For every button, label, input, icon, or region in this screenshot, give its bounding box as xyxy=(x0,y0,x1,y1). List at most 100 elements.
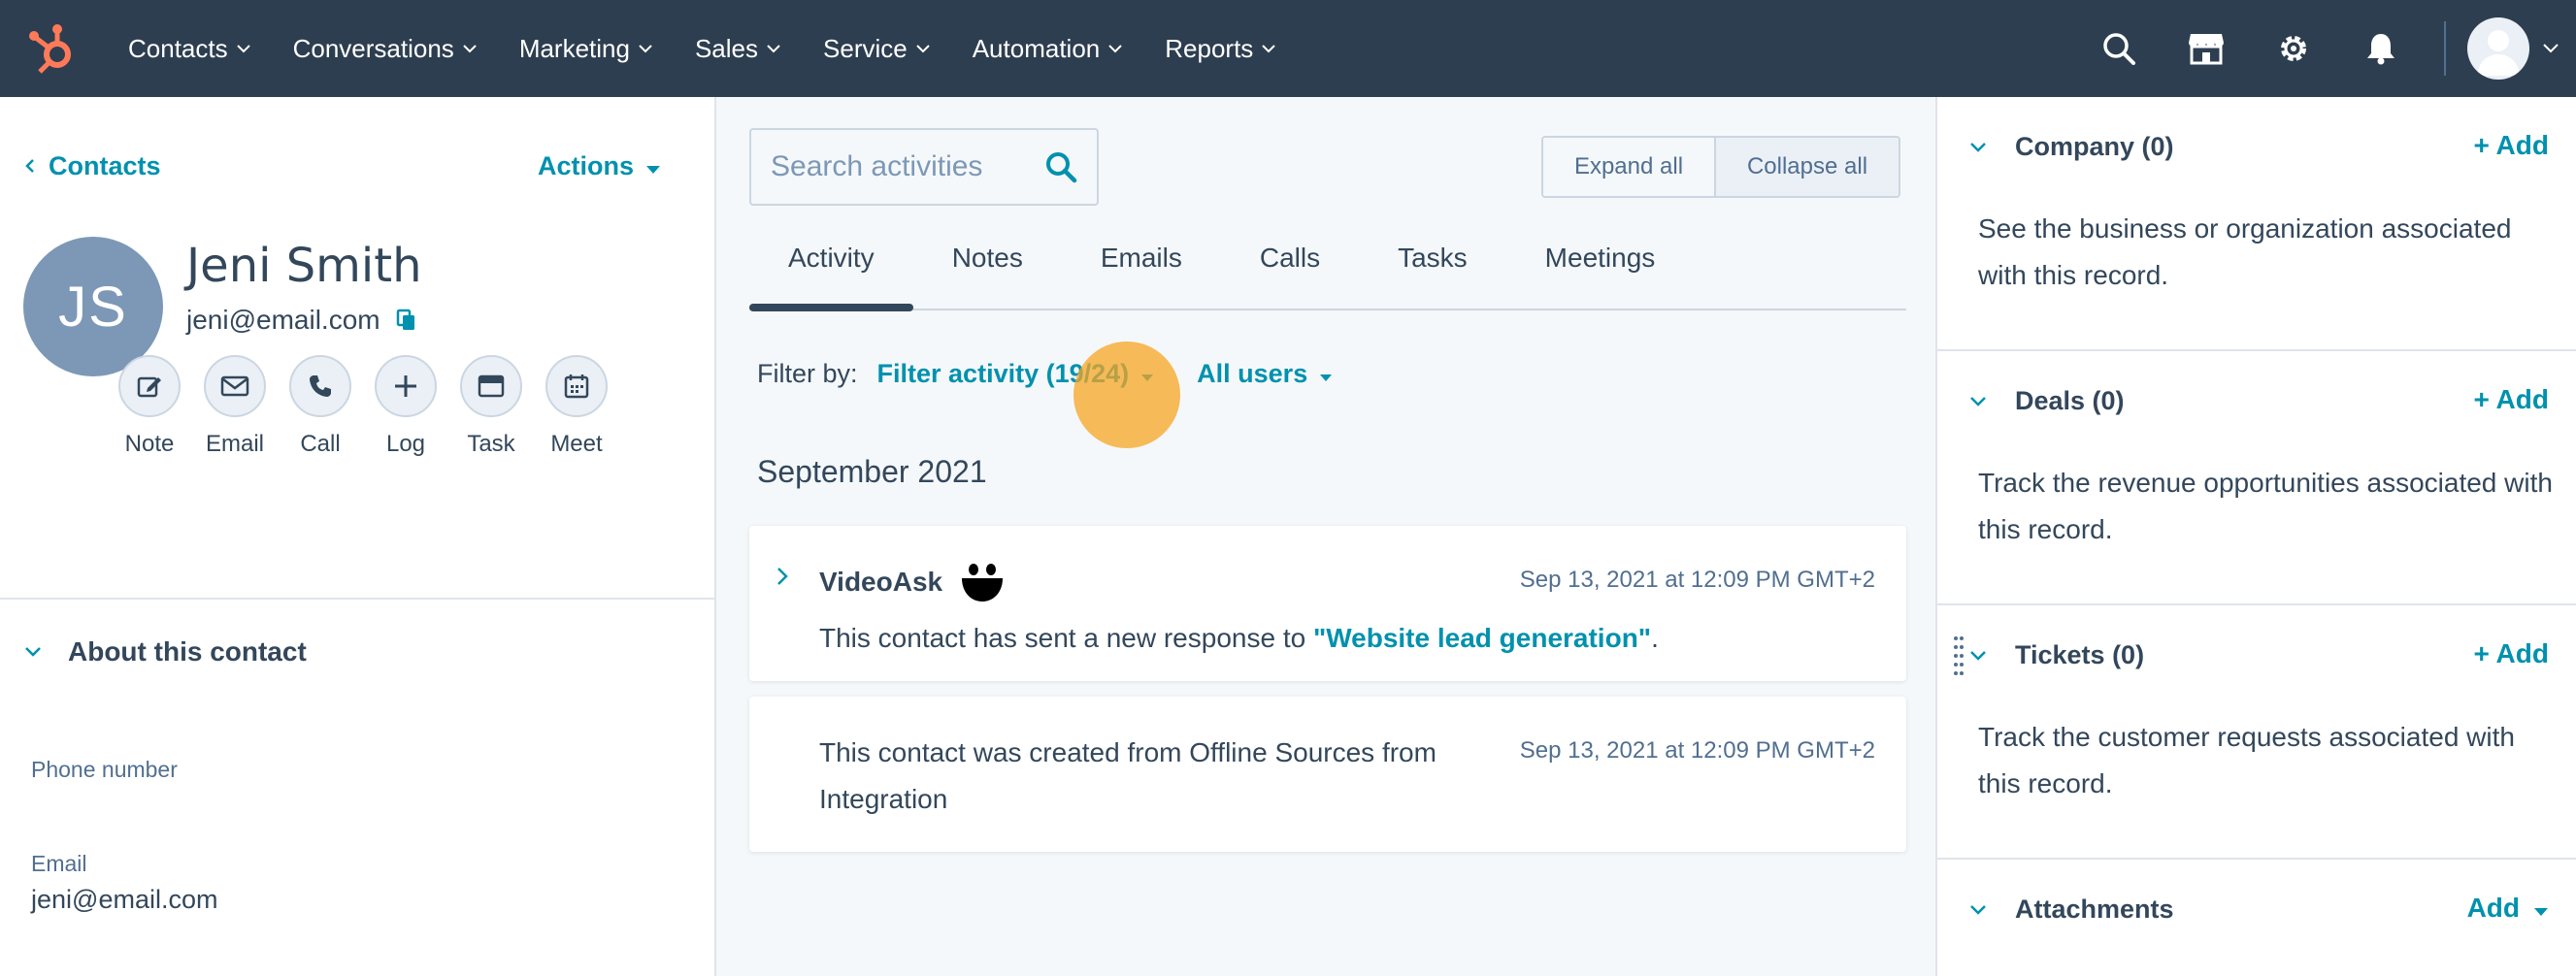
add-deal-button[interactable]: + Add xyxy=(2473,384,2549,415)
search-icon[interactable] xyxy=(2075,0,2163,97)
search-activities-input[interactable] xyxy=(771,150,1033,183)
about-contact-title: About this contact xyxy=(68,636,307,667)
notifications-bell-icon[interactable] xyxy=(2337,0,2425,97)
actions-label: Actions xyxy=(538,151,635,180)
activity-card-created: This contact was created from Offline So… xyxy=(749,697,1906,852)
tickets-section-toggle[interactable]: Tickets (0) xyxy=(1970,640,2144,670)
email-icon xyxy=(204,355,266,417)
nav-contacts[interactable]: Contacts xyxy=(107,0,272,97)
back-link-label: Contacts xyxy=(49,151,161,180)
chevron-down-icon xyxy=(1262,44,1276,53)
all-users-dropdown[interactable]: All users xyxy=(1197,359,1333,389)
contact-email-row: jeni@email.com xyxy=(186,305,417,336)
tab-tasks[interactable]: Tasks xyxy=(1359,235,1506,309)
deals-section-toggle[interactable]: Deals (0) xyxy=(1970,386,2125,416)
quick-action-label: Task xyxy=(467,431,515,457)
activity-timeline: Expand all Collapse all Activity Notes E… xyxy=(718,97,1935,976)
nav-service[interactable]: Service xyxy=(802,0,951,97)
filter-activity-label: Filter activity (19/24) xyxy=(876,359,1130,388)
chevron-down-icon xyxy=(463,44,477,53)
nav-label: Contacts xyxy=(128,33,228,63)
activity-body-suffix: . xyxy=(1651,623,1659,653)
actions-dropdown[interactable]: Actions xyxy=(538,151,661,181)
nav-marketing[interactable]: Marketing xyxy=(498,0,674,97)
tickets-section-description: Track the customer requests associated w… xyxy=(1978,722,2515,798)
marketplace-icon[interactable] xyxy=(2163,0,2250,97)
company-section-toggle[interactable]: Company (0) xyxy=(1970,132,2174,162)
about-contact-toggle[interactable]: About this contact xyxy=(25,636,307,667)
chevron-down-icon xyxy=(916,44,930,53)
chevron-right-icon[interactable] xyxy=(776,567,788,586)
contact-email: jeni@email.com xyxy=(186,305,380,335)
call-action-button[interactable]: Call xyxy=(278,355,363,458)
collapse-all-button[interactable]: Collapse all xyxy=(1716,138,1899,196)
settings-gear-icon[interactable] xyxy=(2250,0,2337,97)
attachments-section-toggle[interactable]: Attachments xyxy=(1970,895,2174,925)
expand-all-button[interactable]: Expand all xyxy=(1543,138,1716,196)
tab-meetings[interactable]: Meetings xyxy=(1506,235,1695,309)
chevron-down-icon xyxy=(1970,650,1986,661)
hubspot-logo-icon[interactable] xyxy=(0,0,107,97)
company-section: Company (0) + Add See the business or or… xyxy=(1937,97,2576,351)
nav-reports[interactable]: Reports xyxy=(1143,0,1297,97)
calendar-icon xyxy=(545,355,608,417)
meet-action-button[interactable]: Meet xyxy=(534,355,619,458)
note-edit-icon xyxy=(118,355,181,417)
search-icon[interactable] xyxy=(1044,150,1077,183)
nav-automation[interactable]: Automation xyxy=(951,0,1144,97)
phone-number-label: Phone number xyxy=(31,757,178,782)
main-menu: Contacts Conversations Marketing Sales S… xyxy=(107,0,1297,97)
quick-actions: Note Email Call Log Task Meet xyxy=(107,355,619,458)
activity-tabs: Activity Notes Emails Calls Tasks Meetin… xyxy=(749,235,1906,311)
associations-sidebar: Company (0) + Add See the business or or… xyxy=(1935,97,2576,976)
chevron-left-icon xyxy=(25,154,35,179)
videoask-smiley-icon xyxy=(960,561,1005,603)
email-property-value[interactable]: jeni@email.com xyxy=(31,885,217,915)
activity-title: VideoAsk xyxy=(819,561,1005,603)
chevron-down-icon xyxy=(236,44,250,53)
caret-down-icon xyxy=(1319,359,1333,389)
drag-handle-icon[interactable] xyxy=(1953,634,1965,677)
task-action-button[interactable]: Task xyxy=(448,355,534,458)
copy-icon[interactable] xyxy=(396,309,417,332)
plus-icon xyxy=(375,355,437,417)
nav-conversations[interactable]: Conversations xyxy=(272,0,498,97)
note-action-button[interactable]: Note xyxy=(107,355,192,458)
quick-action-label: Log xyxy=(385,431,426,457)
nav-label: Automation xyxy=(972,33,1101,63)
tab-notes[interactable]: Notes xyxy=(913,235,1062,309)
expand-collapse-group: Expand all Collapse all xyxy=(1541,136,1900,198)
tickets-section-title: Tickets (0) xyxy=(2015,640,2145,669)
nav-sales[interactable]: Sales xyxy=(674,0,802,97)
tab-activity[interactable]: Activity xyxy=(749,235,913,311)
quick-action-label: Email xyxy=(205,431,264,457)
filter-row: Filter by: Filter activity (19/24) All u… xyxy=(757,359,1333,389)
quick-action-label: Note xyxy=(124,431,175,457)
contact-name[interactable]: Jeni Smith xyxy=(186,239,422,293)
attachments-section: Attachments Add xyxy=(1937,860,2576,976)
log-action-button[interactable]: Log xyxy=(363,355,448,458)
back-to-contacts-link[interactable]: Contacts xyxy=(25,151,161,181)
nav-label: Marketing xyxy=(518,33,630,63)
filter-activity-dropdown[interactable]: Filter activity (19/24) xyxy=(877,359,1155,389)
activity-body: This contact was created from Offline So… xyxy=(819,737,1437,814)
chevron-down-icon xyxy=(1108,44,1122,53)
add-company-button[interactable]: + Add xyxy=(2473,130,2549,161)
account-menu[interactable] xyxy=(2467,17,2576,80)
website-lead-generation-link[interactable]: "Website lead generation" xyxy=(1313,623,1651,653)
nav-label: Reports xyxy=(1165,33,1254,63)
email-action-button[interactable]: Email xyxy=(192,355,278,458)
nav-label: Service xyxy=(823,33,908,63)
month-heading: September 2021 xyxy=(757,454,987,489)
nav-label: Sales xyxy=(694,33,759,63)
activity-card-videoask: VideoAsk Sep 13, 2021 at 12:09 PM GMT+2 … xyxy=(749,526,1906,681)
top-navigation-bar: Contacts Conversations Marketing Sales S… xyxy=(0,0,2576,97)
tab-emails[interactable]: Emails xyxy=(1062,235,1221,309)
chevron-down-icon xyxy=(2543,44,2559,53)
chevron-down-icon xyxy=(767,44,780,53)
nav-label: Conversations xyxy=(292,33,454,63)
all-users-label: All users xyxy=(1197,359,1308,388)
add-attachment-dropdown[interactable]: Add xyxy=(2467,893,2549,924)
add-ticket-button[interactable]: + Add xyxy=(2473,638,2549,669)
tab-calls[interactable]: Calls xyxy=(1221,235,1359,309)
